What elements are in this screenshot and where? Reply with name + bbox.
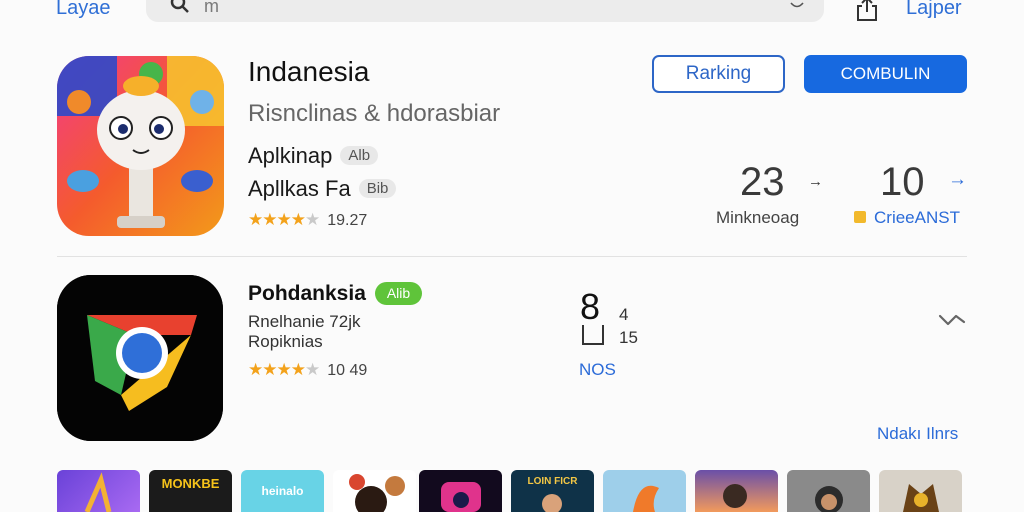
chevron-down-icon[interactable]: [938, 311, 966, 329]
info-badge: Bib: [358, 179, 397, 198]
rating-stars: ★★★★★ 19.27: [248, 210, 367, 230]
warrior-icon: [903, 484, 939, 512]
mascot-icon: [57, 56, 224, 236]
see-more-link[interactable]: Ndakı Ilnrs: [877, 424, 958, 444]
browser-icon: [57, 275, 223, 441]
status-badge: Alib: [375, 282, 422, 305]
ranking-button[interactable]: Rarking: [652, 55, 785, 93]
tile-purple[interactable]: [57, 470, 140, 512]
tile-warrior[interactable]: [879, 470, 962, 512]
tile-caption: heinalo: [261, 484, 304, 498]
tile-character[interactable]: [333, 470, 416, 512]
person-icon: [815, 486, 843, 512]
tile-dark-game[interactable]: [419, 470, 502, 512]
shape-icon: [84, 472, 112, 512]
section-divider: [57, 256, 967, 257]
search-field[interactable]: m: [146, 0, 824, 22]
age-badge: Alb: [340, 146, 379, 165]
app-developer: Ropiknias: [248, 332, 323, 351]
arrow-right-icon[interactable]: →: [948, 169, 967, 191]
tile-movie[interactable]: LOIN FICR: [511, 470, 594, 512]
app-title[interactable]: Pohdanksia: [248, 282, 366, 306]
tile-person[interactable]: [787, 470, 870, 512]
stat-label-ranking: Minkneoag: [716, 208, 800, 227]
flame-icon: [633, 485, 659, 512]
app-title[interactable]: Indanesia: [248, 56, 369, 88]
rating-stars: ★★★★★ 10 49: [248, 360, 367, 380]
search-input[interactable]: m: [204, 0, 219, 17]
rating-value: 19.27: [327, 212, 368, 229]
share-icon[interactable]: [854, 0, 880, 22]
stat-value-count: 10: [880, 160, 925, 204]
category-marker: [854, 211, 866, 223]
app-category: Aplkinap Alb: [248, 143, 379, 169]
back-link[interactable]: Layae: [56, 0, 111, 20]
stat-value-ranking: 23: [740, 160, 785, 204]
person-icon: [723, 484, 747, 508]
category-label: Aplkinap: [248, 143, 333, 168]
get-button[interactable]: COMBULIN: [804, 55, 967, 93]
character-icon: [349, 474, 405, 512]
tile-sky[interactable]: [603, 470, 686, 512]
box-icon: [582, 325, 604, 345]
app-subtitle: Risnclinas & hdorasbiar: [248, 100, 501, 127]
app-icon-browser[interactable]: [57, 275, 223, 441]
platform-link[interactable]: NOS: [579, 360, 616, 380]
tile-cyan[interactable]: heinalo: [241, 470, 324, 512]
rating-value: 10 49: [327, 362, 368, 379]
developer-label[interactable]: Apllkas Fa: [248, 176, 351, 201]
microphone-icon[interactable]: [788, 0, 806, 12]
tile-caption: MONKBE: [161, 476, 220, 491]
star-icon: ★★★★: [248, 360, 306, 379]
stat-small-value: 15: [619, 328, 638, 347]
screenshot-strip: MONKBE heinalo LOIN FICR: [57, 470, 967, 512]
app-developer: Apllkas Fa Bib: [248, 176, 397, 202]
star-empty-icon: ★: [304, 210, 320, 229]
stat-label-category[interactable]: CrieeANST: [874, 208, 960, 228]
stat-big-value: 8: [580, 286, 601, 327]
game-icon: [441, 482, 481, 512]
top-bar: Layae m Lajper: [0, 0, 1024, 26]
app-subtitle: Rnelhanie 72jk: [248, 312, 361, 331]
tile-poster-yellow[interactable]: MONKBE: [149, 470, 232, 512]
stat-small-value: 4: [619, 305, 629, 324]
star-empty-icon: ★: [304, 360, 320, 379]
arrow-right-icon[interactable]: →: [808, 173, 823, 190]
app-icon-mascot[interactable]: [57, 56, 224, 236]
top-right-link[interactable]: Lajper: [906, 0, 962, 20]
tile-caption: LOIN FICR: [527, 476, 578, 487]
search-icon: [170, 0, 189, 13]
tile-portrait[interactable]: [695, 470, 778, 512]
star-icon: ★★★★: [248, 210, 306, 229]
